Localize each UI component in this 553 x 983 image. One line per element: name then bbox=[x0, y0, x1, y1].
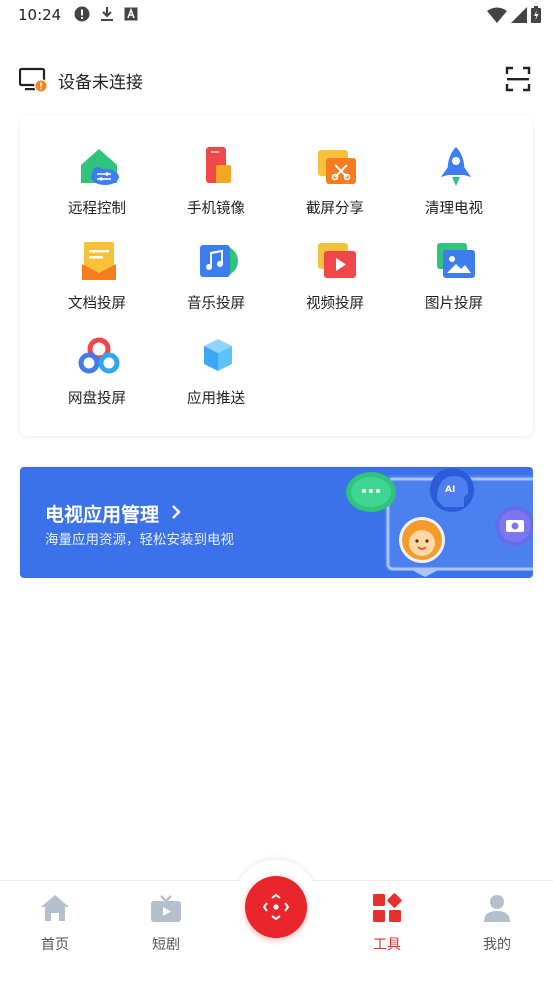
cloud-drive-cast-icon bbox=[78, 337, 120, 374]
tools-icon bbox=[373, 893, 402, 922]
status-bar: 10:24 bbox=[0, 0, 553, 30]
video-cast-icon bbox=[318, 243, 356, 278]
tool-label: 图片投屏 bbox=[425, 296, 483, 312]
banner-subtitle: 海量应用资源，轻松安装到电视 bbox=[45, 532, 234, 548]
app-push-icon bbox=[204, 339, 232, 371]
tool-clean-tv[interactable]: 清理电视 bbox=[394, 145, 514, 235]
download-icon bbox=[101, 7, 113, 21]
tool-screenshot-share[interactable]: 截屏分享 bbox=[275, 145, 395, 235]
nav-label: 我的 bbox=[483, 937, 511, 953]
tool-phone-mirror[interactable]: 手机镜像 bbox=[156, 145, 276, 235]
signal-icon bbox=[511, 6, 527, 23]
chevron-right-icon bbox=[172, 505, 181, 519]
tool-music-cast[interactable]: 音乐投屏 bbox=[156, 240, 276, 330]
screenshot-share-icon bbox=[318, 150, 356, 184]
tv-drama-icon bbox=[151, 895, 181, 922]
tool-label: 网盘投屏 bbox=[68, 391, 126, 407]
tools-card: 远程控制 手机镜像 截屏分享 清理电视 文档投屏 音乐投屏 视频投屏 图片投屏 … bbox=[20, 115, 533, 436]
document-cast-icon bbox=[82, 242, 116, 280]
tv-illustration bbox=[346, 468, 533, 577]
ai-badge-text: AI bbox=[445, 485, 456, 495]
remote-control-icon bbox=[81, 149, 119, 185]
remote-dpad-icon bbox=[262, 893, 290, 921]
tool-cloud-drive-cast[interactable]: 网盘投屏 bbox=[37, 335, 157, 425]
nav-item-profile[interactable]: 我的 bbox=[462, 890, 532, 960]
device-status-text[interactable]: 设备未连接 bbox=[58, 68, 143, 93]
tool-label: 应用推送 bbox=[187, 391, 245, 407]
nav-item-home[interactable]: 首页 bbox=[20, 890, 90, 960]
phone-mirror-icon bbox=[206, 147, 231, 183]
tool-video-cast[interactable]: 视频投屏 bbox=[275, 240, 395, 330]
nav-label: 工具 bbox=[373, 937, 401, 953]
tv-device-icon[interactable] bbox=[19, 67, 49, 93]
battery-icon bbox=[531, 6, 541, 23]
tool-label: 清理电视 bbox=[425, 201, 483, 217]
music-cast-icon bbox=[200, 245, 238, 277]
profile-icon bbox=[484, 895, 510, 922]
tool-label: 文档投屏 bbox=[68, 296, 126, 312]
status-time: 10:24 bbox=[18, 6, 62, 24]
tool-document-cast[interactable]: 文档投屏 bbox=[37, 240, 157, 330]
tool-label: 截屏分享 bbox=[306, 201, 364, 217]
image-cast-icon bbox=[437, 243, 475, 278]
scan-icon[interactable] bbox=[505, 66, 531, 92]
tool-label: 手机镜像 bbox=[187, 201, 245, 217]
tool-app-push[interactable]: 应用推送 bbox=[156, 335, 276, 425]
tool-label: 音乐投屏 bbox=[187, 296, 245, 312]
remote-center-button[interactable] bbox=[245, 876, 307, 938]
banner-title: 电视应用管理 bbox=[45, 504, 160, 526]
nav-item-drama[interactable]: 短剧 bbox=[131, 890, 201, 960]
keyboard-a-icon bbox=[124, 7, 138, 21]
nav-label: 短剧 bbox=[152, 937, 180, 953]
tool-label: 远程控制 bbox=[68, 201, 126, 217]
rocket-clean-icon bbox=[441, 147, 471, 186]
alert-icon bbox=[74, 6, 90, 22]
tool-label: 视频投屏 bbox=[306, 296, 364, 312]
tool-image-cast[interactable]: 图片投屏 bbox=[394, 240, 514, 330]
home-icon bbox=[41, 895, 69, 921]
tool-remote-control[interactable]: 远程控制 bbox=[37, 145, 157, 235]
device-header: 设备未连接 bbox=[0, 58, 553, 100]
nav-label: 首页 bbox=[41, 937, 69, 953]
nav-item-tools[interactable]: 工具 bbox=[352, 890, 422, 960]
wifi-icon bbox=[487, 7, 507, 23]
tv-app-management-banner[interactable]: 电视应用管理 海量应用资源，轻松安装到电视 AI bbox=[20, 467, 533, 578]
